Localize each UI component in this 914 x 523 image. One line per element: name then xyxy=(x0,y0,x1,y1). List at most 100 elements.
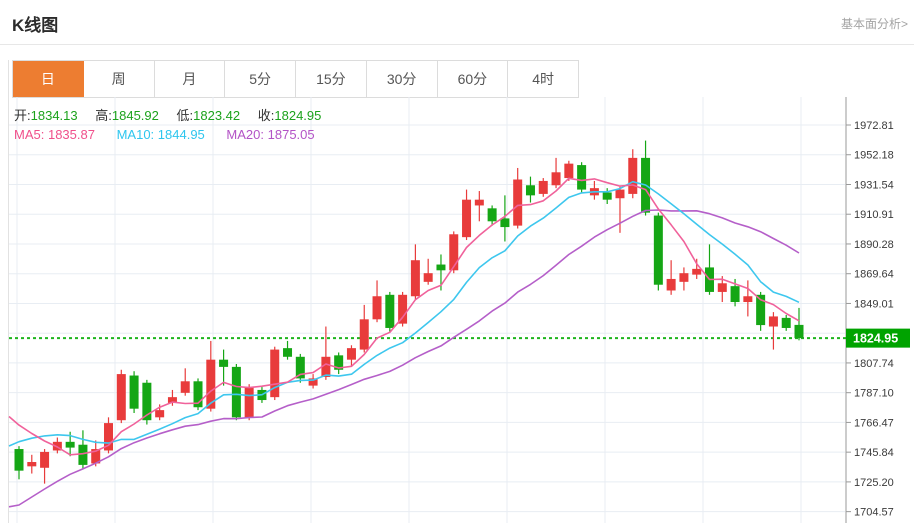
candle-body xyxy=(14,449,24,471)
candle xyxy=(40,449,50,484)
candle xyxy=(193,378,203,411)
candle xyxy=(704,244,714,295)
candle xyxy=(768,312,778,350)
y-tick-label: 1807.74 xyxy=(854,358,894,370)
candle xyxy=(692,258,702,279)
page-title: K线图 xyxy=(12,16,59,35)
tab-week[interactable]: 周 xyxy=(83,61,155,97)
fundamental-analysis-link[interactable]: 基本面分析> xyxy=(841,15,908,32)
candle-body xyxy=(27,462,37,467)
tab-30min[interactable]: 30分 xyxy=(366,61,438,97)
candle-body xyxy=(487,208,497,222)
y-tick-label: 1849.01 xyxy=(854,298,894,310)
open-readout: 开:1834.13 xyxy=(14,108,78,123)
candle-body xyxy=(219,359,229,367)
candle xyxy=(308,374,318,389)
candle xyxy=(321,326,331,380)
candle xyxy=(513,167,523,229)
candle xyxy=(78,430,88,470)
tab-15min[interactable]: 15分 xyxy=(296,61,367,97)
candle-body xyxy=(513,179,523,226)
y-tick-label: 1910.91 xyxy=(854,209,894,221)
candle xyxy=(116,369,126,424)
y-tick-label: 1725.20 xyxy=(854,477,894,489)
candle xyxy=(462,189,472,241)
candle-body xyxy=(781,317,791,328)
candle xyxy=(679,267,689,291)
ma5-line xyxy=(8,177,800,456)
candle xyxy=(359,304,369,353)
candle-body xyxy=(692,268,702,275)
candle xyxy=(794,307,804,341)
candle xyxy=(525,176,535,203)
close-readout: 收:1824.95 xyxy=(257,108,322,123)
candle-body xyxy=(244,387,254,418)
tab-5min[interactable]: 5分 xyxy=(225,61,296,97)
grid xyxy=(9,97,845,523)
candle-body xyxy=(372,296,382,320)
candle xyxy=(538,178,548,197)
candle-body xyxy=(615,189,625,199)
candle xyxy=(129,371,139,414)
candle-body xyxy=(231,366,241,418)
ma5-readout: MA5: 1835.87 xyxy=(14,127,95,142)
candle xyxy=(551,157,561,189)
y-tick-label: 1972.81 xyxy=(854,120,894,132)
candle-body xyxy=(538,180,548,194)
candle xyxy=(180,368,190,396)
candle xyxy=(372,280,382,323)
candle xyxy=(666,260,676,295)
candle xyxy=(334,352,344,375)
candle xyxy=(474,191,484,222)
candle-body xyxy=(666,278,676,291)
ohlc-legend: 开:1834.13 高:1845.92 低:1823.42 收:1824.95 xyxy=(14,105,335,124)
ma20-readout: MA20: 1875.05 xyxy=(226,127,315,142)
candle-body xyxy=(78,444,88,465)
candle xyxy=(577,162,587,193)
y-tick-label: 1787.10 xyxy=(854,388,894,400)
candle xyxy=(231,363,241,421)
candle-body xyxy=(730,286,740,303)
candle xyxy=(615,186,625,233)
y-axis: 1972.81 1952.18 1931.54 1910.91 1890.28 1869.… xyxy=(845,97,894,523)
candle xyxy=(410,244,420,300)
y-tick-label: 1704.57 xyxy=(854,507,894,519)
candle xyxy=(283,340,293,360)
candle-body xyxy=(525,185,535,196)
candle-body xyxy=(359,319,369,350)
candle xyxy=(641,140,651,216)
candle-body xyxy=(500,218,510,228)
candle xyxy=(385,291,395,333)
tab-day[interactable]: 日 xyxy=(13,61,84,97)
tab-60min[interactable]: 60分 xyxy=(437,61,509,97)
y-tick-label: 1952.18 xyxy=(854,150,894,162)
candle-body xyxy=(449,234,459,271)
candle-body xyxy=(116,374,126,421)
tab-4hour[interactable]: 4时 xyxy=(508,61,578,97)
kline-chart[interactable]: 1972.81 1952.18 1931.54 1910.91 1890.28 1869.… xyxy=(0,97,914,523)
ma10-readout: MA10: 1844.95 xyxy=(116,127,205,142)
candle-body xyxy=(474,199,484,206)
candle-body xyxy=(743,296,753,303)
y-tick-label: 1869.64 xyxy=(854,269,894,281)
kline-svg: 1972.81 1952.18 1931.54 1910.91 1890.28 1869.… xyxy=(8,97,910,523)
candle xyxy=(423,258,433,285)
y-tick-label: 1766.47 xyxy=(854,417,894,429)
last-price-badge: 1824.95 xyxy=(846,328,910,348)
candle-body xyxy=(602,192,612,200)
candle xyxy=(653,212,663,291)
ma-legend: MA5: 1835.87 MA10: 1844.95 MA20: 1875.05 xyxy=(14,127,333,142)
candle-body xyxy=(155,410,165,418)
candle-body xyxy=(577,165,587,190)
candle-body xyxy=(462,199,472,238)
candle-body xyxy=(628,157,638,194)
tab-month[interactable]: 月 xyxy=(154,61,226,97)
candle-body xyxy=(283,348,293,357)
candle-body xyxy=(717,283,727,292)
high-readout: 高:1845.92 xyxy=(95,108,159,123)
candle xyxy=(219,349,229,386)
candle-body xyxy=(410,260,420,297)
candle-body xyxy=(346,348,356,360)
candle-body xyxy=(129,375,139,409)
ma20-line xyxy=(8,209,800,508)
